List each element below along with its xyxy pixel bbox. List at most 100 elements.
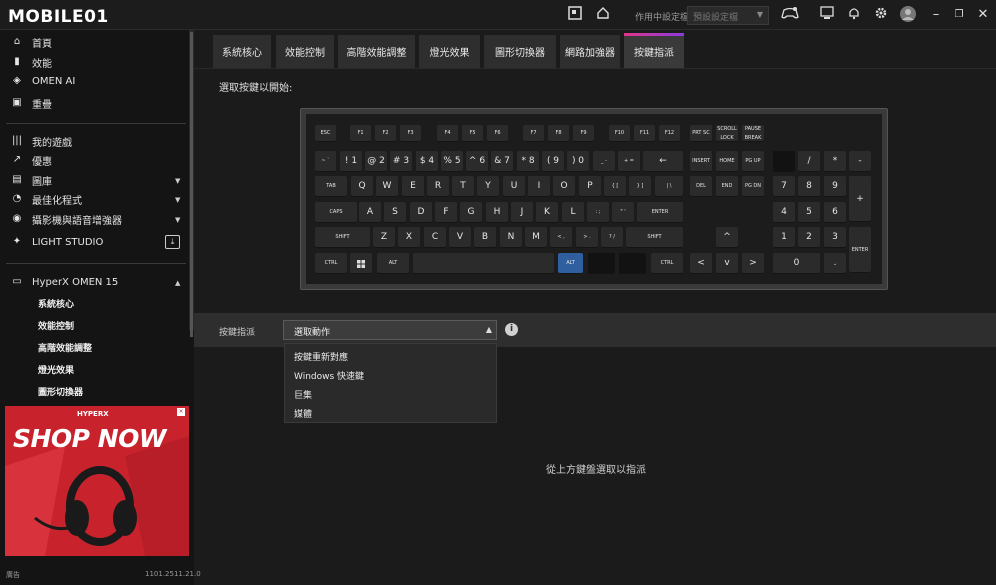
key-z[interactable]: Z [373,227,395,248]
key-m[interactable]: M [525,227,547,248]
key-insert[interactable]: INSERT [690,151,712,172]
profile-select[interactable]: 預設設定檔 ▼ [687,6,769,25]
key-arrow-right[interactable]: > [742,253,764,274]
key-g[interactable]: G [460,202,482,223]
key-c[interactable]: C [424,227,446,248]
key-t[interactable]: T [452,176,474,197]
key-s[interactable]: S [384,202,406,223]
key-f10[interactable]: F10 [609,125,630,142]
key-f4[interactable]: F4 [437,125,458,142]
key-h[interactable]: H [486,202,508,223]
key-equals[interactable]: + = [618,151,640,172]
chevron-down-icon[interactable]: ▼ [175,216,180,224]
key-right-alt[interactable]: ALT [558,253,583,274]
key-right-bracket[interactable]: } ] [629,176,651,197]
key-e[interactable]: E [402,176,424,197]
sidebar-subitem-system-core[interactable]: 系統核心 [38,297,74,310]
key-q[interactable]: Q [351,176,373,197]
menu-item-windows-shortcut[interactable]: Windows 快速鍵 [294,369,364,382]
key-f5[interactable]: F5 [462,125,483,142]
key-numpad-0[interactable]: 0 [773,253,820,274]
key-right-shift[interactable]: SHIFT [626,227,683,248]
key-b[interactable]: B [474,227,496,248]
chevron-down-icon[interactable]: ▼ [175,196,180,204]
key-n[interactable]: N [500,227,522,248]
key-d[interactable]: D [410,202,432,223]
key-right-ctrl[interactable]: CTRL [651,253,683,274]
key-f7[interactable]: F7 [523,125,544,142]
key-r[interactable]: R [427,176,449,197]
key-fn[interactable] [588,253,615,274]
key-left-ctrl[interactable]: CTRL [315,253,347,274]
key-f6[interactable]: F6 [487,125,508,142]
chevron-down-icon[interactable]: ▼ [175,177,180,185]
key-v[interactable]: V [449,227,471,248]
bell-icon[interactable] [845,6,863,24]
key-left-shift[interactable]: SHIFT [315,227,370,248]
key-numpad-8[interactable]: 8 [798,176,820,197]
key-numpad-5[interactable]: 5 [798,202,820,223]
sidebar-subitem-lighting[interactable]: 燈光效果 [38,363,74,376]
chevron-up-icon[interactable]: ▲ [175,279,180,287]
key-2[interactable]: @ 2 [365,151,387,172]
tag-icon[interactable] [566,6,584,24]
key-arrow-up[interactable]: ^ [716,227,738,248]
key-page-down[interactable]: PG DN [742,176,764,197]
tab-advanced-tuning[interactable]: 高階效能調整 [338,35,416,68]
ad-close-icon[interactable]: × [177,408,185,416]
key-f2[interactable]: F2 [375,125,396,142]
gear-icon[interactable] [872,6,890,24]
tab-key-assignment[interactable]: 按鍵指派 [624,33,685,68]
key-tilde[interactable]: ~ ` [315,151,336,172]
sidebar-item-overlay[interactable]: ▣ 重疊 [10,95,52,111]
key-left-alt[interactable]: ALT [377,253,409,274]
key-home[interactable]: HOME [716,151,738,172]
restore-icon[interactable]: ❐ [950,6,968,24]
close-icon[interactable]: ✕ [974,6,992,24]
key-numpad-9[interactable]: 9 [824,176,846,197]
key-numpad-1[interactable]: 1 [773,227,795,248]
key-semicolon[interactable]: : ; [587,202,609,223]
key-backspace[interactable]: ← [643,151,683,172]
key-j[interactable]: J [511,202,533,223]
avatar-icon[interactable] [899,6,917,24]
download-icon[interactable]: ⤓ [165,235,180,249]
key-backslash[interactable]: | \ [655,176,683,197]
key-menu[interactable] [619,253,646,274]
key-i[interactable]: I [528,176,550,197]
key-4[interactable]: $ 4 [416,151,438,172]
sidebar-item-performance[interactable]: ▮ 效能 [10,54,52,70]
key-l[interactable]: L [562,202,584,223]
home-icon[interactable] [594,6,612,24]
key-delete[interactable]: DEL [690,176,712,197]
sidebar-subitem-performance-control[interactable]: 效能控制 [38,319,74,332]
sidebar-scroll-thumb[interactable] [190,32,193,337]
key-f3[interactable]: F3 [400,125,421,142]
key-print-screen[interactable]: PRT SC [690,125,712,142]
menu-item-macro[interactable]: 巨集 [294,388,312,401]
sidebar-item-gallery[interactable]: ▤ 圖庫 [10,172,52,188]
sidebar-item-home[interactable]: ⌂ 首頁 [10,34,52,50]
sidebar-device[interactable]: ▭ HyperX OMEN 15 [10,274,118,290]
key-slash[interactable]: ? / [601,227,623,248]
key-quote[interactable]: " ' [612,202,634,223]
key-o[interactable]: O [553,176,575,197]
key-numpad-divide[interactable]: / [798,151,820,172]
key-num-lock[interactable] [773,151,795,172]
key-f12[interactable]: F12 [659,125,680,142]
key-numpad-4[interactable]: 4 [773,202,795,223]
advertisement-banner[interactable]: HYPERX × SHOP NOW [5,406,189,556]
key-enter[interactable]: ENTER [637,202,683,223]
key-x[interactable]: X [398,227,420,248]
key-end[interactable]: END [716,176,738,197]
key-numpad-6[interactable]: 6 [824,202,846,223]
key-f9[interactable]: F9 [573,125,594,142]
key-k[interactable]: K [536,202,558,223]
key-u[interactable]: U [503,176,525,197]
key-numpad-3[interactable]: 3 [824,227,846,248]
tab-system-core[interactable]: 系統核心 [213,35,272,68]
key-0[interactable]: ) 0 [567,151,589,172]
key-6[interactable]: ^ 6 [466,151,488,172]
key-left-bracket[interactable]: { [ [604,176,626,197]
minimize-icon[interactable]: – [927,6,945,24]
